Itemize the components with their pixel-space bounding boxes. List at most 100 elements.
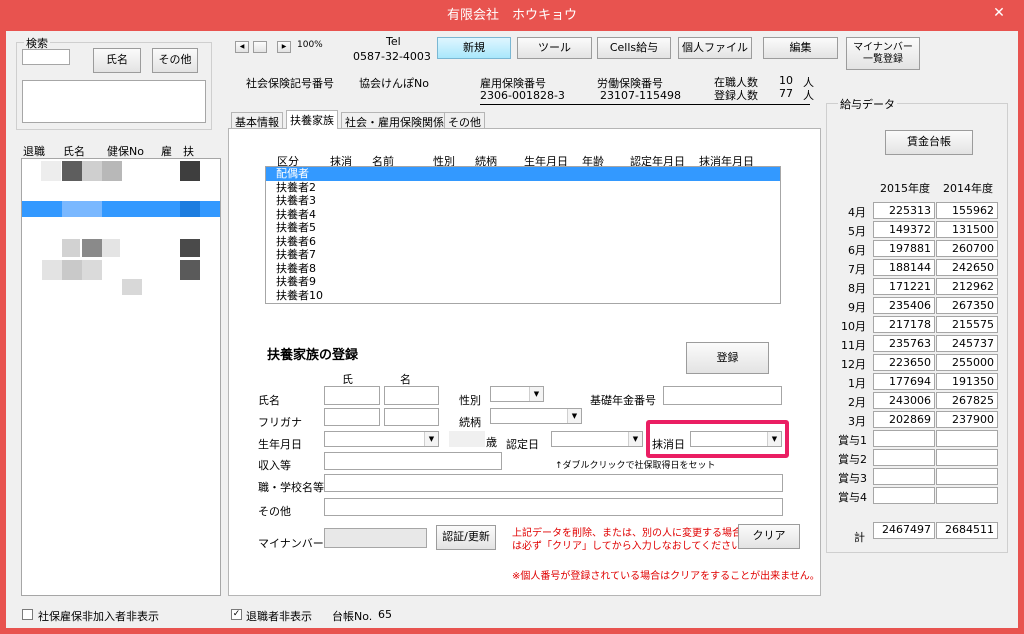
first-name-field[interactable] bbox=[384, 386, 439, 405]
list-item[interactable]: 扶養者4 bbox=[266, 208, 780, 222]
new-button[interactable]: 新規 bbox=[437, 37, 511, 59]
salary-cell-2014: 242650 bbox=[936, 259, 998, 276]
personal-file-button[interactable]: 個人ファイル bbox=[678, 37, 752, 59]
cert-date-select[interactable]: ▼ bbox=[551, 431, 643, 447]
wage-ledger-button[interactable]: 賃金台帳 bbox=[885, 130, 973, 155]
note-text: ※個人番号が登録されている場合はクリアをすることが出来ません。 bbox=[512, 571, 820, 582]
last-name-field[interactable] bbox=[324, 386, 380, 405]
salary-month-label: 10月 bbox=[841, 320, 866, 333]
salary-cell-2014: 237900 bbox=[936, 411, 998, 428]
emp-ins-value: 2306-001828-3 bbox=[480, 89, 565, 102]
dependents-list[interactable]: 配偶者 扶養者2 扶養者3 扶養者4 扶養者5 扶養者6 扶養者7 扶養者8 扶… bbox=[265, 166, 781, 304]
mynumber-label: マイナンバー bbox=[258, 537, 324, 550]
list-item[interactable]: 扶養者5 bbox=[266, 221, 780, 235]
hide-unenrolled-label: 社保雇保非加入者非表示 bbox=[38, 610, 159, 623]
zoom-level: 100% bbox=[297, 40, 323, 50]
enrolled-value: 10 bbox=[779, 74, 793, 87]
search-input[interactable] bbox=[22, 49, 70, 65]
employee-list[interactable] bbox=[21, 158, 221, 596]
salary-group-label: 給与データ bbox=[838, 96, 897, 112]
blurred-cell bbox=[62, 260, 82, 280]
furigana-first-field[interactable] bbox=[384, 408, 439, 426]
hide-unenrolled-checkbox[interactable] bbox=[22, 609, 33, 620]
salary-month-label: 9月 bbox=[848, 301, 866, 314]
section-title: 扶養家族の登録 bbox=[267, 348, 359, 363]
labor-ins-value: 23107-115498 bbox=[600, 89, 681, 102]
list-item[interactable]: 扶養者9 bbox=[266, 275, 780, 289]
ledger-no-value: 65 bbox=[378, 608, 392, 621]
job-school-field[interactable] bbox=[324, 474, 783, 492]
salary-month-label: 1月 bbox=[848, 377, 866, 390]
search-other-button[interactable]: その他 bbox=[152, 48, 198, 73]
list-header-retired: 退職 bbox=[23, 145, 45, 158]
list-item[interactable]: 扶養者7 bbox=[266, 248, 780, 262]
salary-month-label: 5月 bbox=[848, 225, 866, 238]
registered-value: 77 bbox=[779, 87, 793, 100]
total-2014: 2684511 bbox=[936, 522, 998, 539]
blurred-cell bbox=[102, 161, 122, 181]
birthdate-select[interactable]: ▼ bbox=[324, 431, 439, 447]
furigana-last-field[interactable] bbox=[324, 408, 380, 426]
blurred-cell bbox=[122, 279, 142, 295]
salary-cell-2014 bbox=[936, 468, 998, 485]
tab-social-insurance[interactable]: 社会・雇用保険関係 bbox=[341, 112, 448, 129]
nav-first-button[interactable]: ◀ bbox=[235, 41, 249, 53]
list-header-name: 氏名 bbox=[63, 145, 85, 158]
search-name-button[interactable]: 氏名 bbox=[93, 48, 141, 73]
age-field bbox=[449, 431, 485, 447]
blurred-cell bbox=[180, 201, 200, 217]
salary-cell-2015 bbox=[873, 487, 935, 504]
salary-cell-2015: 235763 bbox=[873, 335, 935, 352]
salary-cell-2015: 223650 bbox=[873, 354, 935, 371]
search-textarea[interactable] bbox=[22, 80, 206, 123]
salary-cell-2014: 215575 bbox=[936, 316, 998, 333]
edit-button[interactable]: 編集 bbox=[763, 37, 838, 59]
blurred-cell bbox=[180, 239, 200, 257]
mei-label: 名 bbox=[400, 373, 411, 386]
register-button[interactable]: 登録 bbox=[686, 342, 769, 374]
blurred-cell bbox=[62, 201, 102, 217]
nav-prev-button[interactable] bbox=[253, 41, 267, 53]
relation-label: 続柄 bbox=[459, 416, 481, 429]
blurred-cell bbox=[82, 239, 102, 257]
dropdown-arrow-icon: ▼ bbox=[628, 432, 642, 446]
salary-cell-2015 bbox=[873, 449, 935, 466]
gender-select[interactable]: ▼ bbox=[490, 386, 544, 402]
pension-field[interactable] bbox=[663, 386, 782, 405]
tab-dependents[interactable]: 扶養家族 bbox=[286, 110, 338, 129]
mynumber-register-button[interactable]: マイナンバー 一覧登録 bbox=[846, 37, 920, 70]
salary-cell-2014: 267825 bbox=[936, 392, 998, 409]
other-field[interactable] bbox=[324, 498, 783, 516]
auth-update-button[interactable]: 認証/更新 bbox=[436, 525, 496, 550]
salary-cell-2014: 191350 bbox=[936, 373, 998, 390]
list-item[interactable]: 扶養者3 bbox=[266, 194, 780, 208]
salary-cell-2014: 260700 bbox=[936, 240, 998, 257]
mynumber-field bbox=[324, 528, 427, 548]
blurred-cell bbox=[82, 260, 102, 280]
dropdown-arrow-icon: ▼ bbox=[767, 432, 781, 446]
list-item[interactable]: 扶養者10 bbox=[266, 289, 780, 303]
tool-button[interactable]: ツール bbox=[517, 37, 592, 59]
delete-date-select[interactable]: ▼ bbox=[690, 431, 782, 447]
age-unit: 歳 bbox=[486, 436, 497, 449]
dropdown-arrow-icon: ▼ bbox=[529, 387, 543, 401]
relation-select[interactable]: ▼ bbox=[490, 408, 582, 424]
salary-cell-2015: 225313 bbox=[873, 202, 935, 219]
list-item[interactable]: 扶養者6 bbox=[266, 235, 780, 249]
salary-month-label: 12月 bbox=[841, 358, 866, 371]
list-item[interactable]: 扶養者8 bbox=[266, 262, 780, 276]
clear-button[interactable]: クリア bbox=[738, 524, 800, 549]
tab-basic-info[interactable]: 基本情報 bbox=[231, 112, 283, 129]
tab-other[interactable]: その他 bbox=[444, 112, 485, 129]
pension-label: 基礎年金番号 bbox=[590, 394, 656, 407]
income-field[interactable] bbox=[324, 452, 502, 470]
hide-retired-checkbox[interactable]: ✓ bbox=[231, 609, 242, 620]
list-item[interactable]: 扶養者2 bbox=[266, 181, 780, 195]
salary-month-label: 賞与4 bbox=[838, 491, 867, 504]
salary-month-label: 賞与2 bbox=[838, 453, 867, 466]
list-item[interactable]: 配偶者 bbox=[266, 167, 780, 181]
salary-cell-2015 bbox=[873, 468, 935, 485]
nav-next-button[interactable]: ▶ bbox=[277, 41, 291, 53]
close-button[interactable]: ✕ bbox=[984, 3, 1014, 23]
cells-salary-button[interactable]: Cells給与 bbox=[597, 37, 671, 59]
